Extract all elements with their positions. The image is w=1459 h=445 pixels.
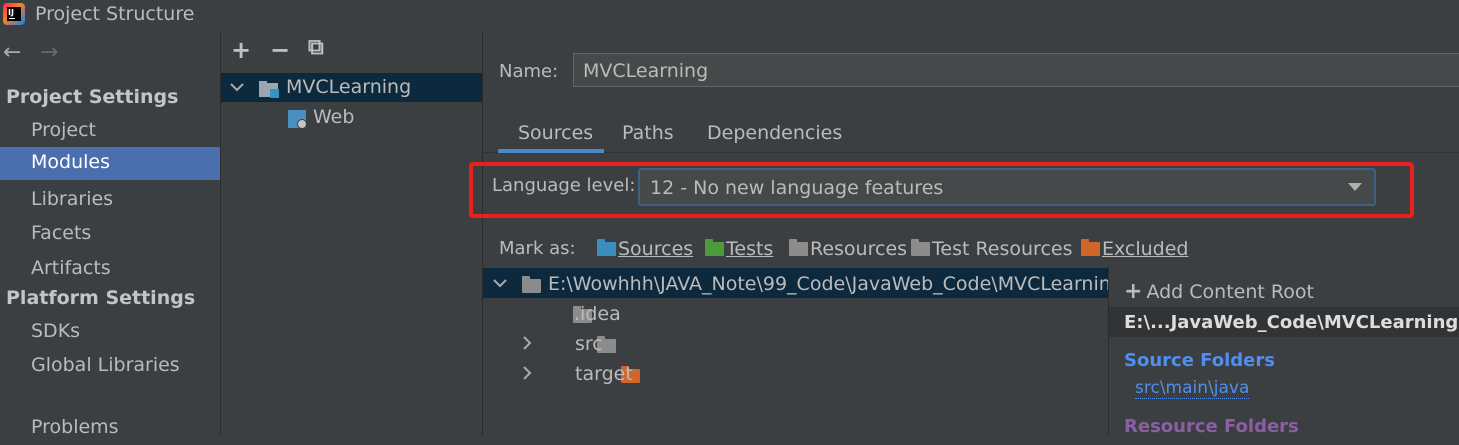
red-highlight-annotation	[469, 162, 1414, 218]
excluded-folder-icon	[1081, 239, 1100, 256]
tab-dependencies[interactable]: Dependencies	[707, 122, 842, 144]
chevron-right-icon[interactable]	[520, 365, 534, 381]
sidebar-item-problems[interactable]: Problems	[0, 412, 220, 445]
app-icon-label: IJ	[7, 7, 21, 21]
sidebar-item-facets[interactable]: Facets	[0, 218, 220, 251]
sidebar-item-label: Libraries	[31, 188, 114, 210]
tab-paths[interactable]: Paths	[622, 122, 674, 144]
source-folders-title: Source Folders	[1124, 350, 1275, 371]
sidebar-item-label: Modules	[31, 151, 110, 173]
title-bar: IJ Project Structure	[0, 0, 1459, 30]
add-icon[interactable]: +	[231, 36, 251, 64]
resources-folder-icon	[789, 239, 808, 256]
mark-test-resources-label: Test Resources	[932, 238, 1073, 260]
add-content-root-label: Add Content Root	[1146, 281, 1314, 303]
test-resources-folder-icon	[911, 239, 930, 256]
tabs-separator	[483, 152, 1459, 153]
mark-tests-button[interactable]: Tests	[705, 238, 773, 260]
sidebar-item-label: Artifacts	[31, 257, 111, 279]
name-label-text: Name:	[499, 61, 559, 82]
module-name-input[interactable]: MVCLearning	[573, 53, 1459, 87]
tree-item-src[interactable]: src	[575, 333, 603, 355]
sidebar-item-label: SDKs	[31, 320, 81, 342]
sidebar-item-libraries[interactable]: Libraries	[0, 184, 220, 217]
sidebar-item-global-libraries[interactable]: Global Libraries	[0, 350, 220, 383]
chevron-right-icon[interactable]	[520, 335, 534, 351]
mark-as-label: Mark as:	[499, 238, 576, 259]
sidebar-item-label: Global Libraries	[31, 354, 180, 376]
module-name: MVCLearning	[286, 76, 412, 98]
mark-sources-label: Sources	[618, 238, 694, 260]
tree-item-target[interactable]: target	[575, 363, 633, 385]
remove-icon[interactable]: −	[270, 36, 290, 64]
active-tab-indicator	[498, 149, 604, 153]
back-arrow-icon[interactable]: ←	[3, 40, 21, 65]
add-content-root-button[interactable]: + Add Content Root	[1124, 279, 1314, 304]
sources-folder-icon	[597, 239, 616, 256]
mark-test-resources-button[interactable]: Test Resources	[911, 238, 1073, 260]
web-facet-icon	[288, 110, 307, 129]
content-root-short-path: E:\...JavaWeb_Code\MVCLearning	[1124, 312, 1459, 333]
tab-sources[interactable]: Sources	[518, 122, 593, 144]
window-title: Project Structure	[35, 3, 195, 25]
source-folder-path[interactable]: src\main\java	[1135, 378, 1250, 399]
sidebar-item-label: Facets	[31, 222, 92, 244]
name-label: Name:	[499, 61, 558, 82]
mark-resources-button[interactable]: Resources	[789, 238, 907, 260]
sidebar-item-project[interactable]: Project	[0, 115, 220, 148]
mark-excluded-button[interactable]: Excluded	[1081, 238, 1189, 260]
chevron-down-icon[interactable]	[229, 80, 245, 94]
mark-excluded-label: Excluded	[1102, 238, 1189, 260]
sidebar-item-label: Project	[31, 119, 97, 141]
project-settings-header: Project Settings	[6, 86, 179, 108]
plus-icon: +	[1124, 279, 1143, 304]
resource-folders-title: Resource Folders	[1124, 416, 1299, 437]
platform-settings-header: Platform Settings	[6, 287, 196, 309]
sidebar-item-modules[interactable]: Modules	[0, 147, 220, 180]
folder-icon	[522, 276, 541, 293]
module-folder-icon	[259, 81, 279, 98]
sidebar-item-artifacts[interactable]: Artifacts	[0, 253, 220, 286]
web-facet-name[interactable]: Web	[313, 106, 354, 128]
intellij-app-icon: IJ	[3, 3, 25, 25]
mark-tests-label: Tests	[726, 238, 774, 260]
mark-sources-button[interactable]: Sources	[597, 238, 693, 260]
copy-icon[interactable]: ⧉	[308, 35, 324, 60]
tests-folder-icon	[705, 239, 724, 256]
mark-resources-label: Resources	[810, 238, 908, 260]
forward-arrow-icon[interactable]: →	[40, 40, 58, 65]
tree-item-idea[interactable]: .idea	[574, 303, 621, 325]
content-root-path: E:\Wowhhh\JAVA_Note\99_Code\JavaWeb_Code…	[548, 273, 1123, 295]
sidebar-item-sdks[interactable]: SDKs	[0, 316, 220, 349]
chevron-down-icon[interactable]	[492, 276, 508, 290]
